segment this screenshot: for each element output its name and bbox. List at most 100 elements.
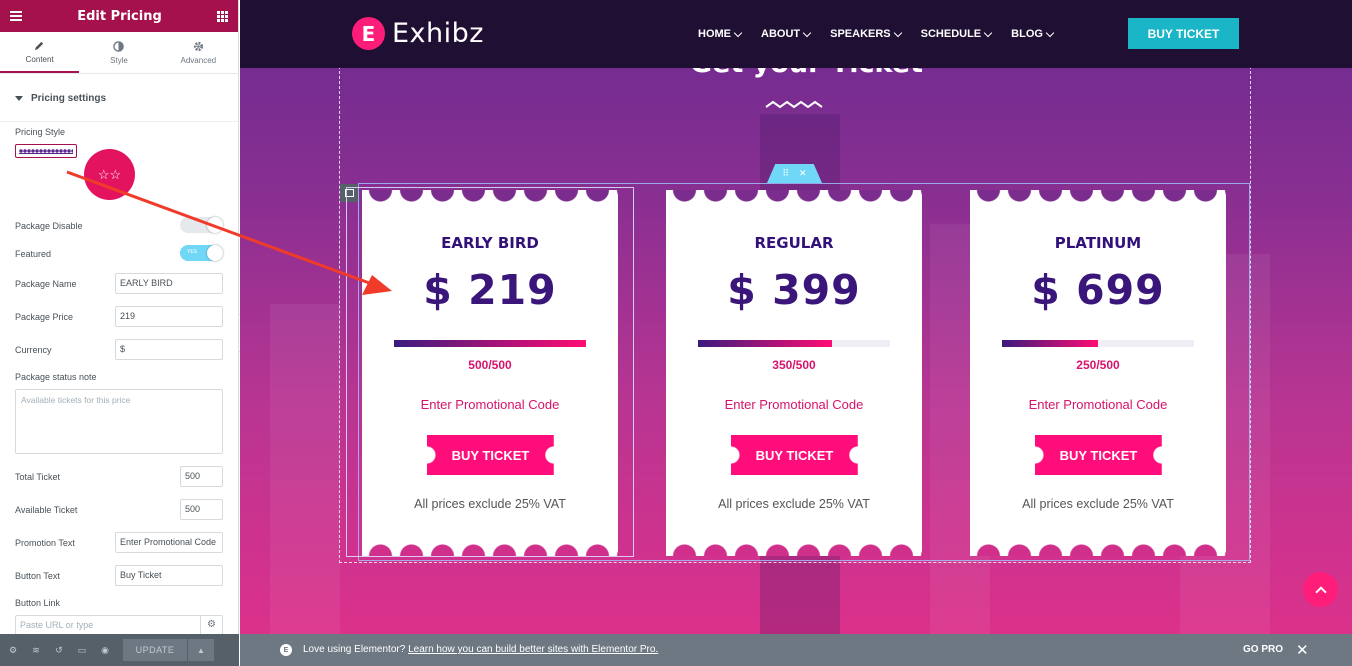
pricing-style-select[interactable] bbox=[15, 144, 77, 158]
total-ticket-input[interactable]: 500 bbox=[180, 466, 223, 487]
site-header: E Exhibz HOME ABOUT SPEAKERS SCHEDULE BL… bbox=[240, 0, 1352, 68]
settings-gear-icon[interactable]: ⚙ bbox=[8, 645, 18, 655]
total-ticket-label: Total Ticket bbox=[15, 472, 61, 482]
ticket-progress-bar bbox=[1002, 340, 1194, 347]
elementor-logo-icon: E bbox=[280, 644, 292, 656]
button-link-input[interactable]: Paste URL or type ⚙ bbox=[15, 615, 223, 635]
chevron-up-icon bbox=[1314, 585, 1327, 598]
promo-lead: Love using Elementor? bbox=[303, 644, 406, 655]
drag-handle-icon[interactable]: ⠿ bbox=[782, 168, 789, 179]
tab-advanced[interactable]: Advanced bbox=[159, 32, 238, 73]
site-preview: Get your Ticket E Exhibz HOME ABOUT SPEA… bbox=[240, 0, 1352, 666]
ticket-progress-bar bbox=[698, 340, 890, 347]
promotion-text-input[interactable]: Enter Promotional Code bbox=[115, 532, 223, 553]
link-settings-gear-icon[interactable]: ⚙ bbox=[200, 616, 222, 634]
site-logo[interactable]: E Exhibz bbox=[352, 17, 484, 50]
currency-label: Currency bbox=[15, 345, 52, 355]
available-ticket-label: Available Ticket bbox=[15, 505, 78, 515]
nav-blog-label: BLOG bbox=[1011, 28, 1043, 40]
header-buy-ticket-button[interactable]: BUY TICKET bbox=[1128, 18, 1239, 49]
nav-blog[interactable]: BLOG bbox=[1011, 28, 1055, 40]
navigator-layers-icon[interactable]: ≋ bbox=[31, 645, 41, 655]
chevron-down-icon bbox=[733, 28, 743, 37]
button-link-placeholder: Paste URL or type bbox=[20, 620, 94, 630]
button-link-label: Button Link bbox=[15, 598, 61, 608]
scroll-to-top-button[interactable] bbox=[1303, 572, 1338, 607]
package-name-label: Package Name bbox=[15, 279, 77, 289]
widgets-grid-icon[interactable] bbox=[217, 10, 228, 22]
promo-link[interactable]: Learn how you can build better sites wit… bbox=[408, 644, 658, 655]
package-name-input[interactable]: EARLY BIRD bbox=[115, 273, 223, 294]
pricing-card-regular[interactable]: REGULAR $ 399 350/500 Enter Promotional … bbox=[666, 190, 922, 556]
nav-home[interactable]: HOME bbox=[698, 28, 743, 40]
buy-ticket-button[interactable]: BUY TICKET bbox=[1035, 435, 1162, 475]
status-note-label: Package status note bbox=[15, 372, 97, 382]
ticket-edge-bottom bbox=[970, 544, 1226, 556]
button-text-input[interactable]: Buy Ticket bbox=[115, 565, 223, 586]
preview-eye-icon[interactable]: ◉ bbox=[100, 645, 110, 655]
history-icon[interactable]: ↺ bbox=[54, 645, 64, 655]
tab-advanced-label: Advanced bbox=[180, 55, 217, 65]
close-icon[interactable]: ✕ bbox=[799, 168, 807, 179]
tab-content[interactable]: Content bbox=[0, 32, 80, 73]
logo-mark: E bbox=[352, 17, 385, 50]
pricing-card-platinum[interactable]: PLATINUM $ 699 250/500 Enter Promotional… bbox=[970, 190, 1226, 556]
vat-note: All prices exclude 25% VAT bbox=[718, 497, 870, 511]
featured-toggle[interactable]: YES bbox=[180, 245, 223, 261]
featured-label: Featured bbox=[15, 249, 52, 259]
panel-header: Edit Pricing bbox=[0, 0, 238, 32]
chevron-down-icon bbox=[983, 28, 993, 37]
ticket-count: 350/500 bbox=[772, 358, 816, 372]
nav-schedule[interactable]: SCHEDULE bbox=[920, 28, 993, 40]
ticket-edge-bottom bbox=[666, 544, 922, 556]
chevron-down-icon bbox=[893, 28, 902, 37]
progress-fill bbox=[1002, 340, 1098, 347]
contrast-icon bbox=[113, 40, 125, 52]
pencil-icon bbox=[35, 41, 44, 50]
tab-style-label: Style bbox=[110, 55, 128, 65]
ticket-edge-top bbox=[970, 190, 1226, 202]
package-price: $ 399 bbox=[727, 266, 861, 314]
close-icon[interactable]: ✕ bbox=[1296, 641, 1309, 659]
pricing-widget-icon: ☆☆ bbox=[84, 149, 135, 200]
package-disable-toggle[interactable] bbox=[180, 217, 223, 233]
package-disable-label: Package Disable bbox=[15, 221, 83, 231]
section-pricing-settings[interactable]: Pricing settings bbox=[0, 76, 238, 122]
button-text-label: Button Text bbox=[15, 571, 60, 581]
elementor-promo-bar: E Love using Elementor? Learn how you ca… bbox=[240, 634, 1352, 666]
tab-style[interactable]: Style bbox=[79, 32, 158, 73]
available-ticket-input[interactable]: 500 bbox=[180, 499, 223, 520]
responsive-desktop-icon[interactable]: ▭ bbox=[77, 645, 87, 655]
nav-speakers-label: SPEAKERS bbox=[830, 28, 891, 40]
main-nav: HOME ABOUT SPEAKERS SCHEDULE BLOG bbox=[698, 28, 1055, 40]
progress-fill bbox=[698, 340, 833, 347]
ticket-edge-top bbox=[666, 190, 922, 202]
ticket-count: 250/500 bbox=[1076, 358, 1120, 372]
update-options-caret-icon[interactable]: ▲ bbox=[188, 639, 214, 661]
status-note-textarea[interactable]: Available tickets for this price bbox=[15, 389, 223, 454]
currency-input[interactable]: $ bbox=[115, 339, 223, 360]
nav-schedule-label: SCHEDULE bbox=[920, 28, 982, 40]
section-title: Pricing settings bbox=[31, 93, 107, 104]
vat-note: All prices exclude 25% VAT bbox=[1022, 497, 1174, 511]
promo-message: Love using Elementor? Learn how you can … bbox=[303, 644, 658, 655]
go-pro-link[interactable]: GO PRO bbox=[1243, 644, 1283, 655]
chevron-down-icon bbox=[1045, 28, 1055, 37]
panel-footer: ⚙ ≋ ↺ ▭ ◉ UPDATE ▲ bbox=[0, 634, 239, 666]
tab-content-label: Content bbox=[25, 54, 54, 64]
package-price-input[interactable]: 219 bbox=[115, 306, 223, 327]
nav-about[interactable]: ABOUT bbox=[761, 28, 812, 40]
toggle-yes-text: YES bbox=[187, 249, 198, 255]
section-handle[interactable]: ⠿ ✕ bbox=[767, 164, 822, 183]
buy-ticket-button[interactable]: BUY TICKET bbox=[731, 435, 858, 475]
package-name: PLATINUM bbox=[1054, 234, 1142, 252]
menu-icon[interactable] bbox=[10, 11, 22, 21]
nav-speakers[interactable]: SPEAKERS bbox=[830, 28, 902, 40]
nav-about-label: ABOUT bbox=[761, 28, 801, 40]
chevron-down-icon bbox=[802, 28, 812, 37]
editor-panel: Edit Pricing Content Style Advanced Pric… bbox=[0, 0, 239, 666]
pricing-style-label: Pricing Style bbox=[15, 127, 66, 137]
promo-code-link[interactable]: Enter Promotional Code bbox=[666, 397, 922, 412]
promo-code-link[interactable]: Enter Promotional Code bbox=[970, 397, 1226, 412]
update-button[interactable]: UPDATE bbox=[123, 639, 187, 661]
